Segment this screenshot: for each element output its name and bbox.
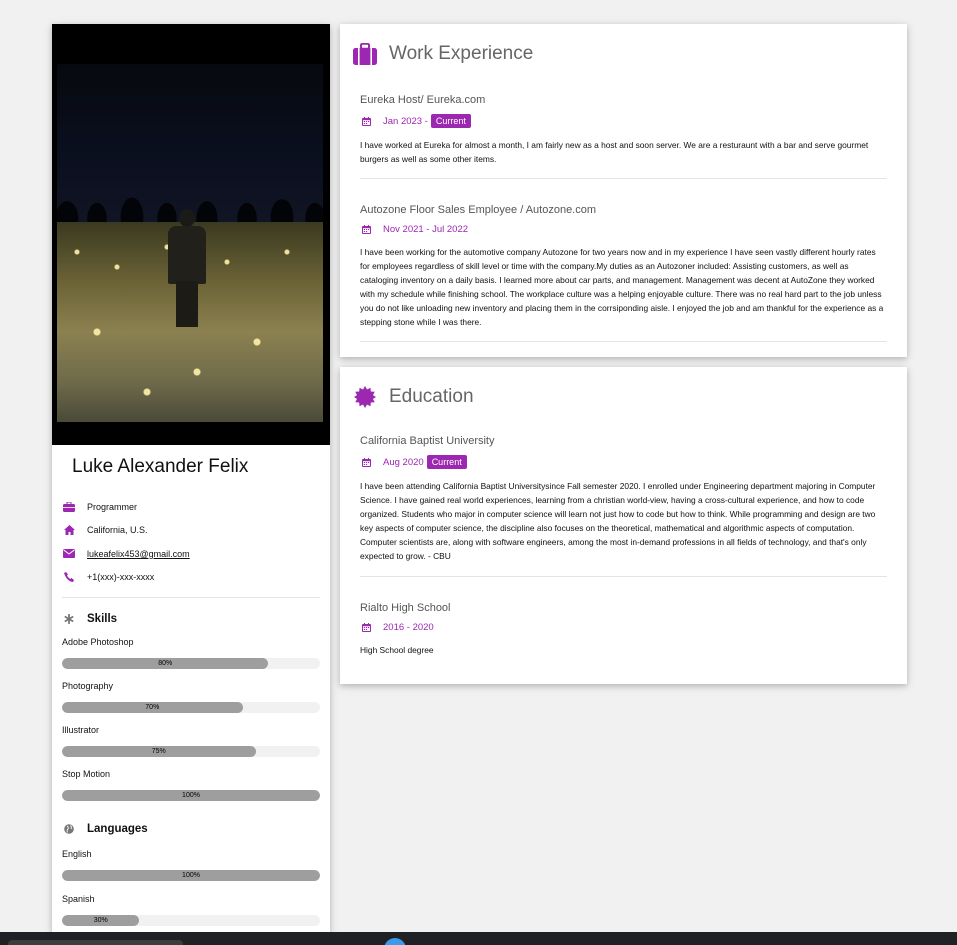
skill-label: Photography (62, 681, 114, 691)
skills-list: Adobe Photoshop 80% Photography 70% Illustra… (52, 637, 330, 801)
skill-label: Spanish (62, 894, 95, 904)
skill-bar: 75% (62, 746, 320, 757)
taskbar-app-icon[interactable] (384, 938, 406, 945)
entry-date: Jan 2023 - (383, 115, 428, 127)
skill-label: Illustrator (62, 725, 100, 735)
skill-item: English 100% (52, 849, 330, 881)
phone-row: +1(xxx)-xxx-xxxx (62, 566, 330, 590)
entry-date-row: Nov 2021 - Jul 2022 (360, 224, 887, 235)
envelope-icon (62, 549, 76, 559)
entry-description: I have been attending California Baptist… (360, 481, 876, 561)
education-panel: Education California Baptist University A… (340, 367, 907, 684)
entry-description: I have worked at Eureka for almost a mon… (360, 140, 869, 164)
skill-bar: 100% (62, 870, 320, 881)
calendar-icon (360, 225, 372, 234)
taskbar-search[interactable] (8, 940, 183, 945)
location-text: California, U.S. (87, 525, 148, 536)
profile-sidebar: Luke Alexander Felix Programmer Californ… (52, 24, 330, 932)
calendar-icon (360, 623, 372, 632)
globe-icon (62, 824, 76, 834)
skill-item: Stop Motion 100% (52, 769, 330, 801)
calendar-icon (360, 457, 372, 467)
work-entries: Eureka Host/ Eureka.com Jan 2023 - Current… (340, 94, 907, 342)
skill-bar: 30% (62, 915, 320, 926)
suitcase-icon (353, 42, 377, 66)
skills-title: Skills (87, 613, 118, 625)
entry-date-row: 2016 - 2020 (360, 622, 887, 633)
location-row: California, U.S. (62, 519, 330, 543)
entry-description: I have been working for the automotive c… (360, 247, 884, 327)
home-icon (62, 525, 76, 536)
skill-bar-fill: 75% (62, 746, 256, 757)
asterisk-icon (62, 614, 76, 624)
entry: California Baptist University Aug 2020 Cur… (340, 435, 907, 563)
education-heading: Education (340, 367, 907, 426)
entry-title: Eureka Host/ Eureka.com (360, 94, 486, 106)
profile-name: Luke Alexander Felix (72, 456, 249, 477)
calendar-icon (360, 116, 372, 126)
divider (360, 178, 887, 179)
email-row: lukeafelix453@gmail.com (62, 542, 330, 566)
skill-item: Adobe Photoshop 80% (52, 637, 330, 669)
skill-label: Adobe Photoshop (62, 637, 134, 647)
phone-text: +1(xxx)-xxx-xxxx (87, 572, 155, 583)
current-badge: Current (430, 114, 471, 128)
job-row: Programmer (62, 495, 330, 519)
education-title: Education (389, 385, 474, 407)
skill-bar-fill: 100% (62, 790, 320, 801)
skill-item: Spanish 30% (52, 894, 330, 926)
entry-date: Nov 2021 - Jul 2022 (383, 224, 469, 235)
entry-date-row: Aug 2020 Current (360, 455, 887, 469)
skill-item: Photography 70% (52, 681, 330, 713)
entry-date-row: Jan 2023 - Current (360, 114, 887, 128)
taskbar (0, 932, 957, 945)
skill-bar: 80% (62, 658, 320, 669)
email-link[interactable]: lukeafelix453@gmail.com (87, 549, 190, 559)
skill-bar-fill: 30% (62, 915, 140, 926)
work-experience-panel: Work Experience Eureka Host/ Eureka.com J… (340, 24, 907, 357)
divider (360, 576, 887, 577)
entry-date: Aug 2020 (383, 456, 424, 468)
entry-title: California Baptist University (360, 435, 495, 447)
skill-bar-fill: 100% (62, 870, 320, 881)
skill-label: English (62, 849, 92, 859)
entry-description: High School degree (360, 645, 434, 655)
work-heading: Work Experience (340, 24, 907, 83)
skill-bar: 70% (62, 702, 320, 713)
entry: Eureka Host/ Eureka.com Jan 2023 - Current… (340, 94, 907, 166)
job-text: Programmer (87, 501, 138, 512)
current-badge: Current (426, 455, 467, 469)
languages-title: Languages (87, 823, 148, 835)
entry-title: Rialto High School (360, 602, 451, 614)
briefcase-icon (62, 501, 76, 512)
entry: Rialto High School 2016 - 2020 High School… (340, 602, 907, 657)
skill-label: Stop Motion (62, 769, 111, 779)
entry: Autozone Floor Sales Employee / Autozone… (340, 204, 907, 329)
certificate-icon (353, 385, 377, 409)
divider (62, 597, 320, 598)
work-title: Work Experience (389, 42, 534, 64)
skill-item: Illustrator 75% (52, 725, 330, 757)
education-entries: California Baptist University Aug 2020 Cur… (340, 435, 907, 657)
contact-info: Programmer California, U.S. lukeafelix45… (52, 487, 330, 589)
skill-bar-fill: 70% (62, 702, 243, 713)
divider (360, 341, 887, 342)
phone-icon (62, 572, 76, 583)
skill-bar-fill: 80% (62, 658, 269, 669)
entry-title: Autozone Floor Sales Employee / Autozone… (360, 204, 597, 216)
skills-heading: Skills (52, 613, 330, 625)
languages-list: English 100% Spanish 30% (52, 849, 330, 926)
skill-bar: 100% (62, 790, 320, 801)
entry-date: 2016 - 2020 (383, 622, 434, 633)
profile-photo (52, 24, 330, 445)
languages-heading: Languages (52, 823, 330, 835)
